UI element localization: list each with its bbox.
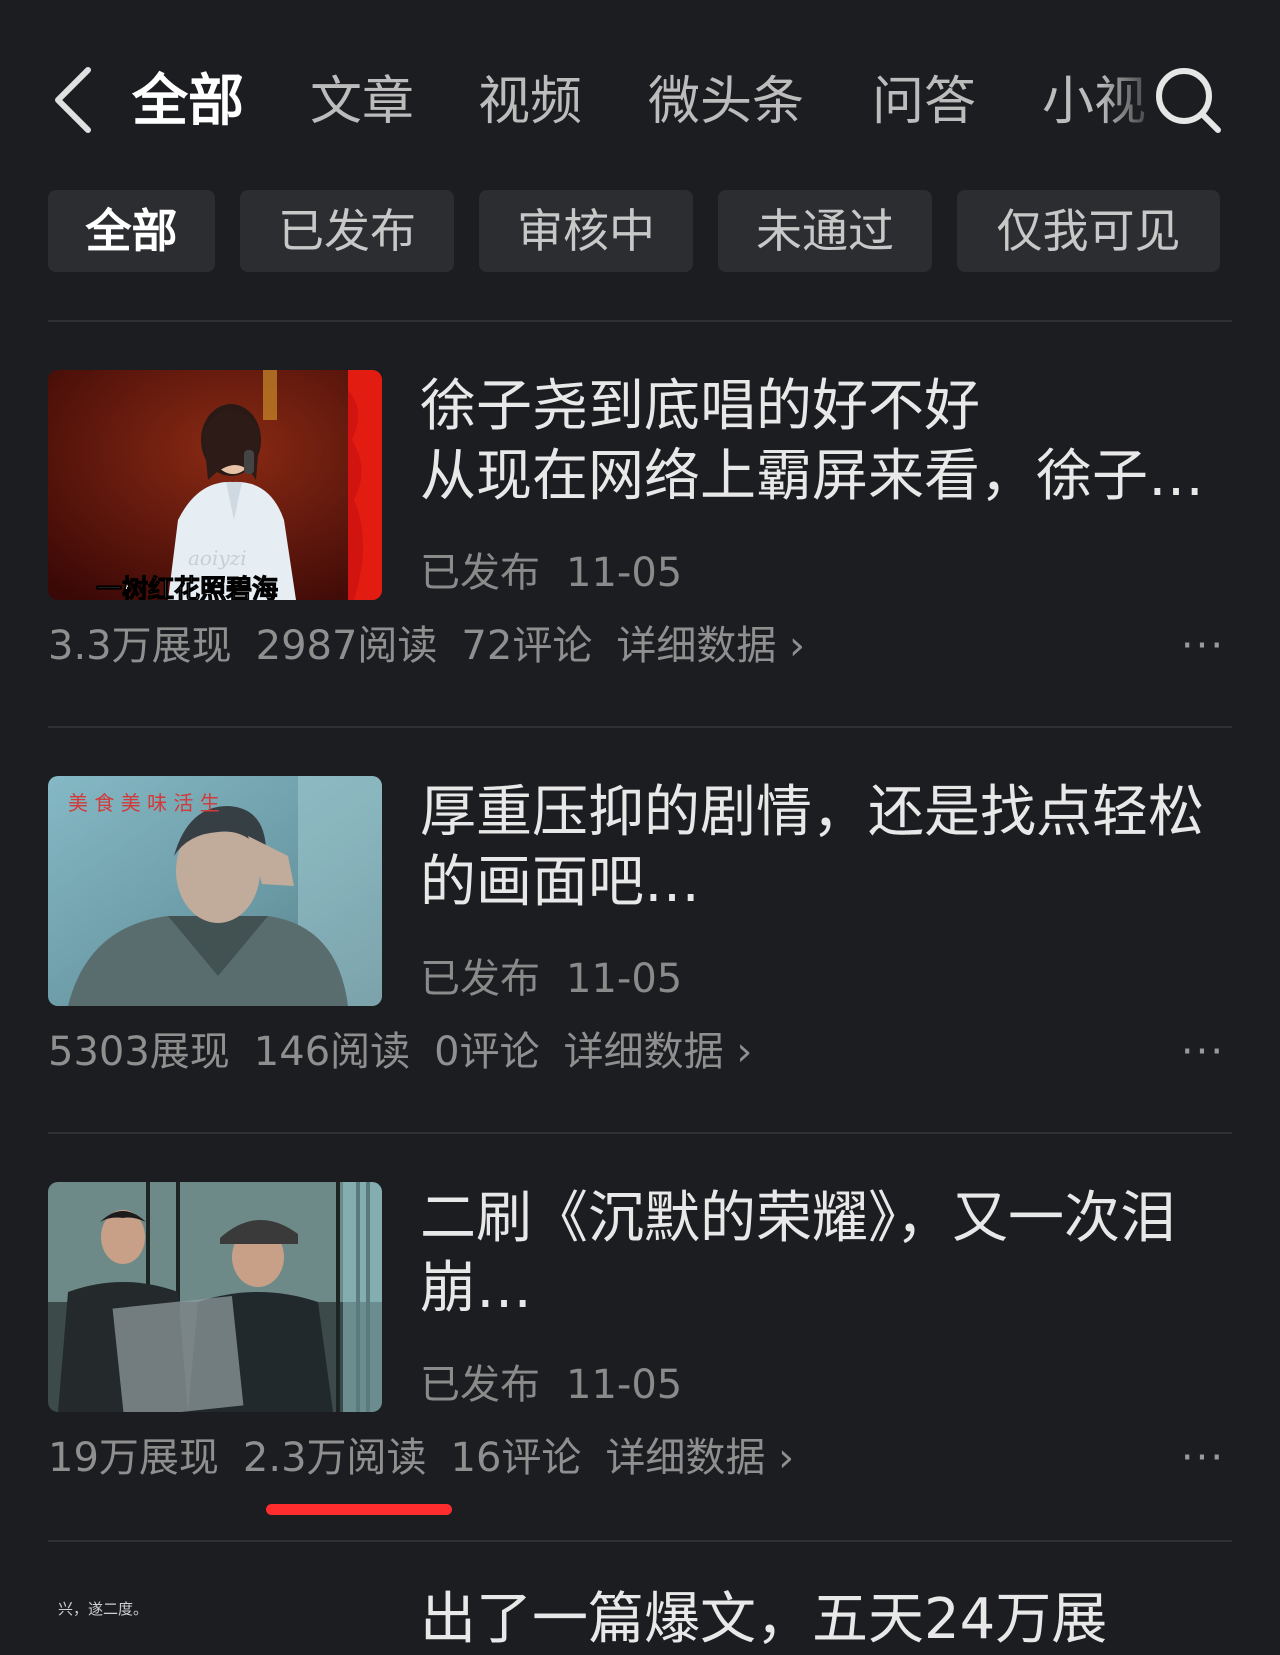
status-label: 已发布: [420, 1362, 540, 1408]
tab-micro-headlines[interactable]: 微头条: [648, 62, 804, 142]
article-stats: 3.3万展现 2987阅读 72评论 详细数据 ›: [48, 620, 829, 672]
divider: [48, 320, 1232, 322]
more-options-icon[interactable]: ···: [1178, 1436, 1228, 1480]
thumbnail-overlay-text: 美 食 美 味 活 生: [68, 791, 220, 815]
comments-count: 0评论: [434, 1029, 540, 1075]
article-status: 已发布 11-05: [420, 548, 682, 598]
filter-published[interactable]: 已发布: [240, 190, 454, 272]
article-thumbnail[interactable]: aoiyzi 一树红花照碧海: [48, 370, 382, 600]
article-title[interactable]: 厚重压抑的剧情，还是找点轻松 的画面吧…: [420, 778, 1232, 918]
impressions-count: 5303展现: [48, 1029, 230, 1075]
reads-count: 2987阅读: [255, 623, 438, 669]
comments-count: 16评论: [450, 1435, 582, 1481]
impressions-count: 19万展现: [48, 1435, 219, 1481]
article-title[interactable]: 徐子尧到底唱的好不好 从现在网络上霸屏来看，徐子…: [420, 372, 1232, 512]
status-label: 已发布: [420, 956, 540, 1002]
article-date: 11-05: [566, 956, 683, 1002]
article-status: 已发布 11-05: [420, 1360, 682, 1410]
article-date: 11-05: [566, 550, 683, 596]
article-status: 已发布 11-05: [420, 954, 682, 1004]
highlight-underline: [266, 1504, 452, 1515]
article-thumbnail[interactable]: 美 食 美 味 活 生: [48, 776, 382, 1006]
thumbnail-watermark: aoiyzi: [188, 546, 247, 570]
tab-all[interactable]: 全部: [132, 62, 244, 142]
divider: [48, 726, 1232, 728]
article-thumbnail[interactable]: [48, 1182, 382, 1412]
filter-under-review[interactable]: 审核中: [479, 190, 693, 272]
tab-qa[interactable]: 问答: [872, 62, 976, 142]
article-title[interactable]: 二刷《沉默的荣耀》，又一次泪 崩…: [420, 1184, 1232, 1324]
detail-data-link[interactable]: 详细数据 ›: [564, 1029, 753, 1075]
search-icon[interactable]: [1152, 64, 1224, 136]
tab-articles[interactable]: 文章: [310, 62, 414, 142]
detail-data-link[interactable]: 详细数据 ›: [616, 623, 805, 669]
article-stats: 19万展现 2.3万阅读 16评论 详细数据 ›: [48, 1432, 818, 1484]
filter-private[interactable]: 仅我可见: [957, 190, 1220, 272]
reads-count: 146阅读: [253, 1029, 411, 1075]
more-options-icon[interactable]: ···: [1178, 1030, 1228, 1074]
top-nav: 全部 文章 视频 微头条 问答 小视: [0, 0, 1280, 190]
article-stats: 5303展现 146阅读 0评论 详细数据 ›: [48, 1026, 776, 1078]
status-label: 已发布: [420, 550, 540, 596]
filter-rejected[interactable]: 未通过: [718, 190, 932, 272]
more-options-icon[interactable]: ···: [1178, 624, 1228, 668]
tab-videos[interactable]: 视频: [478, 62, 582, 142]
article-title[interactable]: 出了一篇爆文，五天24万展: [420, 1585, 1107, 1655]
thumbnail-caption: 一树红花照碧海: [96, 574, 278, 600]
impressions-count: 3.3万展现: [48, 623, 232, 669]
divider: [48, 1132, 1232, 1134]
reads-count: 2.3万阅读: [242, 1435, 427, 1481]
article-thumbnail-text: 兴，遂二度。: [58, 1600, 149, 1618]
back-icon[interactable]: [48, 60, 104, 140]
comments-count: 72评论: [461, 623, 593, 669]
divider: [48, 1540, 1232, 1542]
detail-data-link[interactable]: 详细数据 ›: [605, 1435, 794, 1481]
article-date: 11-05: [566, 1362, 683, 1408]
filter-all[interactable]: 全部: [48, 190, 215, 272]
